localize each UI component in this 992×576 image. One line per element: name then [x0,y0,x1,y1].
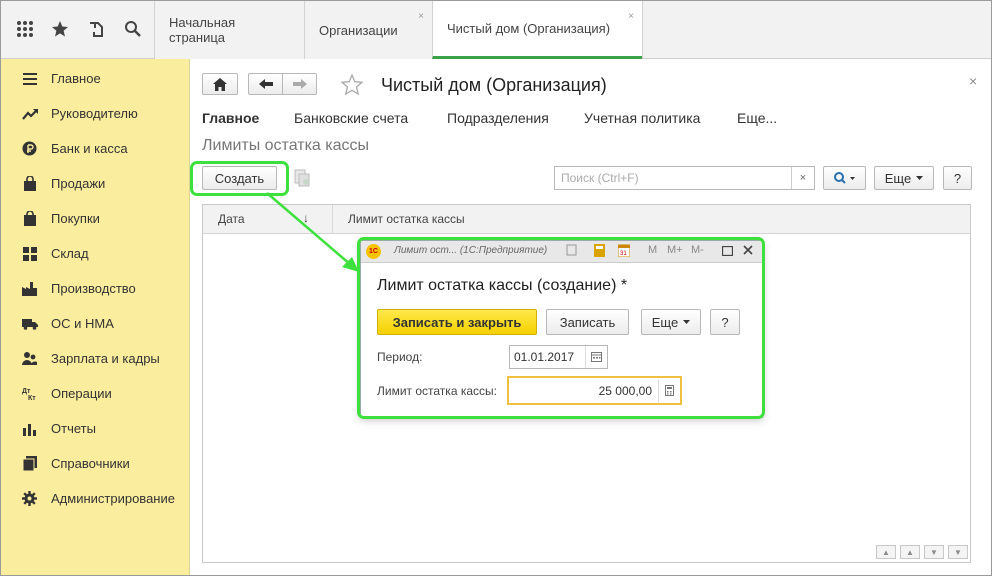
app-window: Начальная страница Организации × Чистый … [0,0,992,576]
annotation-arrow [266,192,359,272]
